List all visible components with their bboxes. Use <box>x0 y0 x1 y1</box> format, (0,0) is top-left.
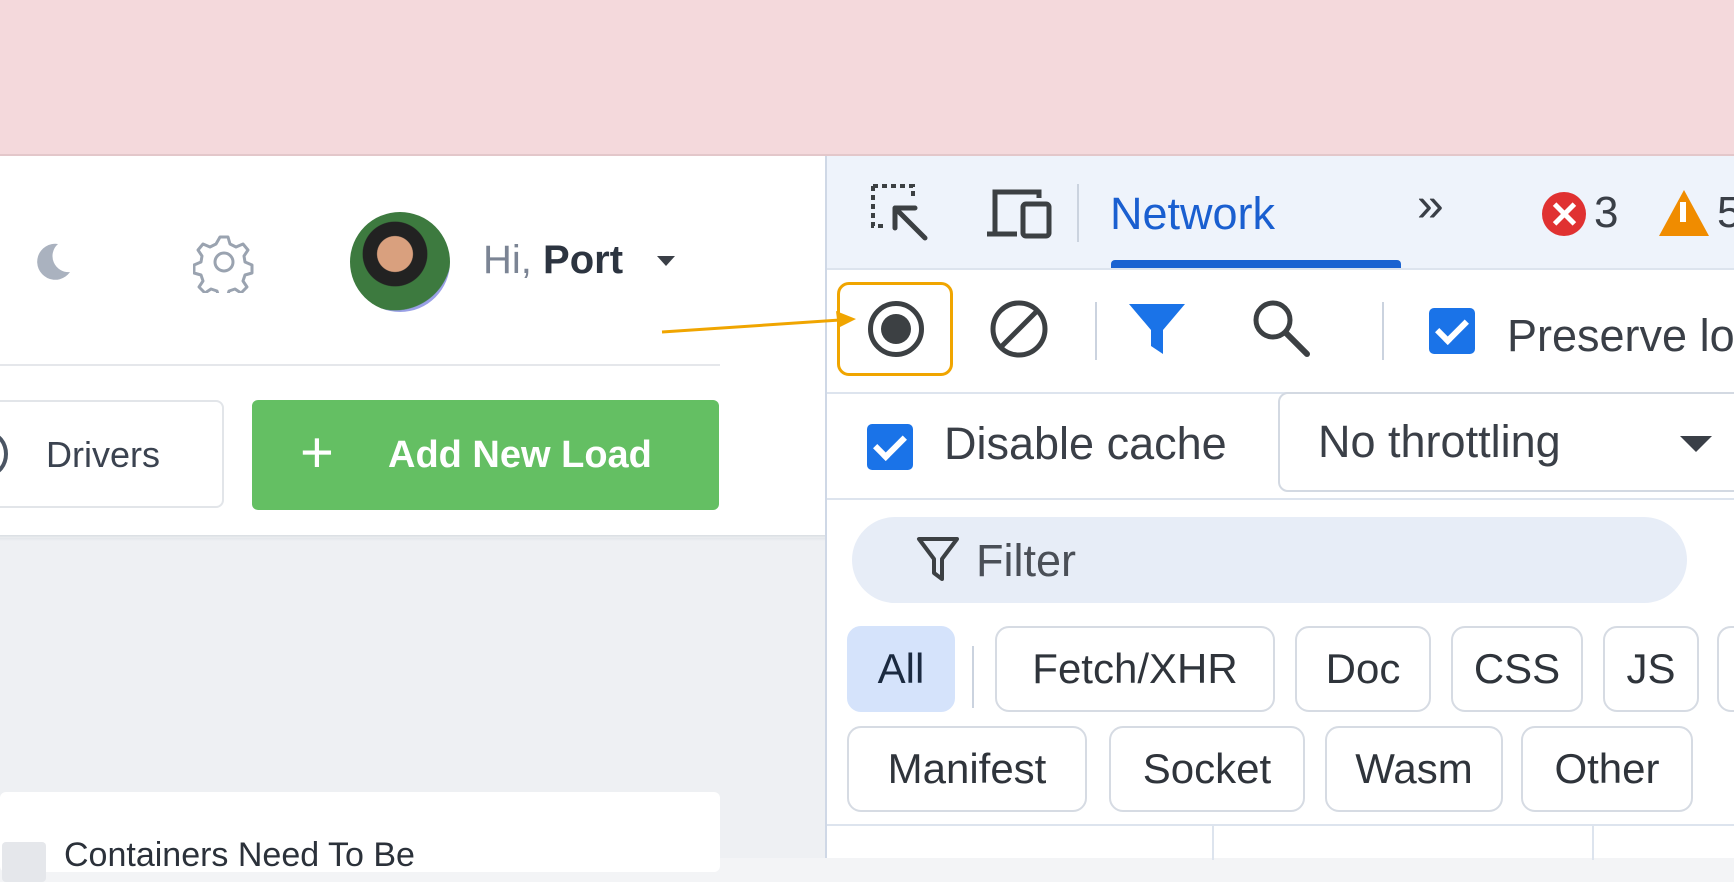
disable-cache-label[interactable]: Disable cache <box>944 418 1227 470</box>
chevron-down-icon[interactable] <box>657 256 675 266</box>
devtools-tab-bar: Network » 3 5 <box>827 156 1734 270</box>
record-button[interactable] <box>837 282 953 376</box>
warning-count[interactable]: 5 <box>1717 188 1734 238</box>
device-toolbar-icon[interactable] <box>985 184 1057 244</box>
header-shadow <box>0 535 825 541</box>
filter-placeholder: Filter <box>976 535 1076 586</box>
gear-icon[interactable] <box>193 231 255 293</box>
throttling-select[interactable]: No throttling <box>1278 392 1734 492</box>
moon-icon[interactable] <box>28 238 76 286</box>
search-icon[interactable] <box>1249 296 1313 360</box>
web-app-panel: Hi, Port Drivers + Add New Load Containe… <box>0 156 825 882</box>
throttling-value: No throttling <box>1318 416 1561 467</box>
request-table-header <box>827 824 1734 860</box>
card-title: Containers Need To Be <box>64 836 415 874</box>
add-new-load-button[interactable]: + Add New Load <box>252 400 719 510</box>
chip-separator <box>972 646 974 708</box>
column-divider[interactable] <box>1212 826 1214 860</box>
preserve-log-label[interactable]: Preserve log <box>1507 310 1734 362</box>
filter-input[interactable]: Filter <box>852 517 1687 603</box>
warning-icon-mark <box>1680 202 1686 222</box>
filter-icon[interactable] <box>1127 300 1187 358</box>
header-divider <box>0 364 720 366</box>
resource-type-socket[interactable]: Socket <box>1109 726 1305 812</box>
resource-type-fetch-xhr[interactable]: Fetch/XHR <box>995 626 1275 712</box>
resource-type-more[interactable] <box>1717 626 1734 712</box>
filter-funnel-icon <box>917 537 959 581</box>
avatar[interactable] <box>350 212 450 312</box>
disable-cache-checkbox[interactable] <box>867 424 913 470</box>
resource-type-js[interactable]: JS <box>1603 626 1699 712</box>
devtools-panel: Network » 3 5 Preserve log Disable ca <box>825 156 1734 860</box>
inspect-element-icon[interactable] <box>869 182 931 244</box>
error-icon[interactable] <box>1542 192 1586 236</box>
resource-type-doc[interactable]: Doc <box>1295 626 1431 712</box>
load-card[interactable]: Containers Need To Be <box>0 792 720 882</box>
toolbar-separator <box>1095 302 1097 360</box>
top-band <box>0 0 1734 155</box>
preserve-log-checkbox[interactable] <box>1429 308 1475 354</box>
resource-type-css[interactable]: CSS <box>1451 626 1583 712</box>
network-toolbar: Preserve log <box>827 270 1734 394</box>
tab-network[interactable]: Network <box>1110 188 1275 240</box>
app-header: Hi, Port Drivers + Add New Load <box>0 156 825 538</box>
user-name: Port <box>543 238 624 282</box>
user-greeting[interactable]: Hi, Port <box>483 238 623 283</box>
resource-type-manifest[interactable]: Manifest <box>847 726 1087 812</box>
chevron-down-icon <box>1680 436 1712 452</box>
greeting-prefix: Hi, <box>483 238 532 282</box>
toolbar-separator <box>1382 302 1384 360</box>
column-divider[interactable] <box>1592 826 1594 860</box>
more-tabs-icon[interactable]: » <box>1417 178 1444 233</box>
add-new-load-label: Add New Load <box>388 434 652 476</box>
steering-wheel-icon <box>0 432 8 476</box>
toolbar-separator <box>1077 184 1079 242</box>
network-toolbar-row-2: Disable cache No throttling <box>827 392 1734 500</box>
card-checkbox[interactable] <box>2 842 46 882</box>
resource-type-other[interactable]: Other <box>1521 726 1693 812</box>
plus-icon: + <box>300 420 334 485</box>
drivers-button[interactable]: Drivers <box>0 400 224 508</box>
error-count[interactable]: 3 <box>1594 188 1618 238</box>
record-dot <box>881 314 911 344</box>
clear-icon[interactable] <box>988 298 1050 360</box>
drivers-label: Drivers <box>46 434 160 475</box>
resource-type-wasm[interactable]: Wasm <box>1325 726 1503 812</box>
resource-type-all[interactable]: All <box>847 626 955 712</box>
active-tab-indicator <box>1111 260 1401 268</box>
